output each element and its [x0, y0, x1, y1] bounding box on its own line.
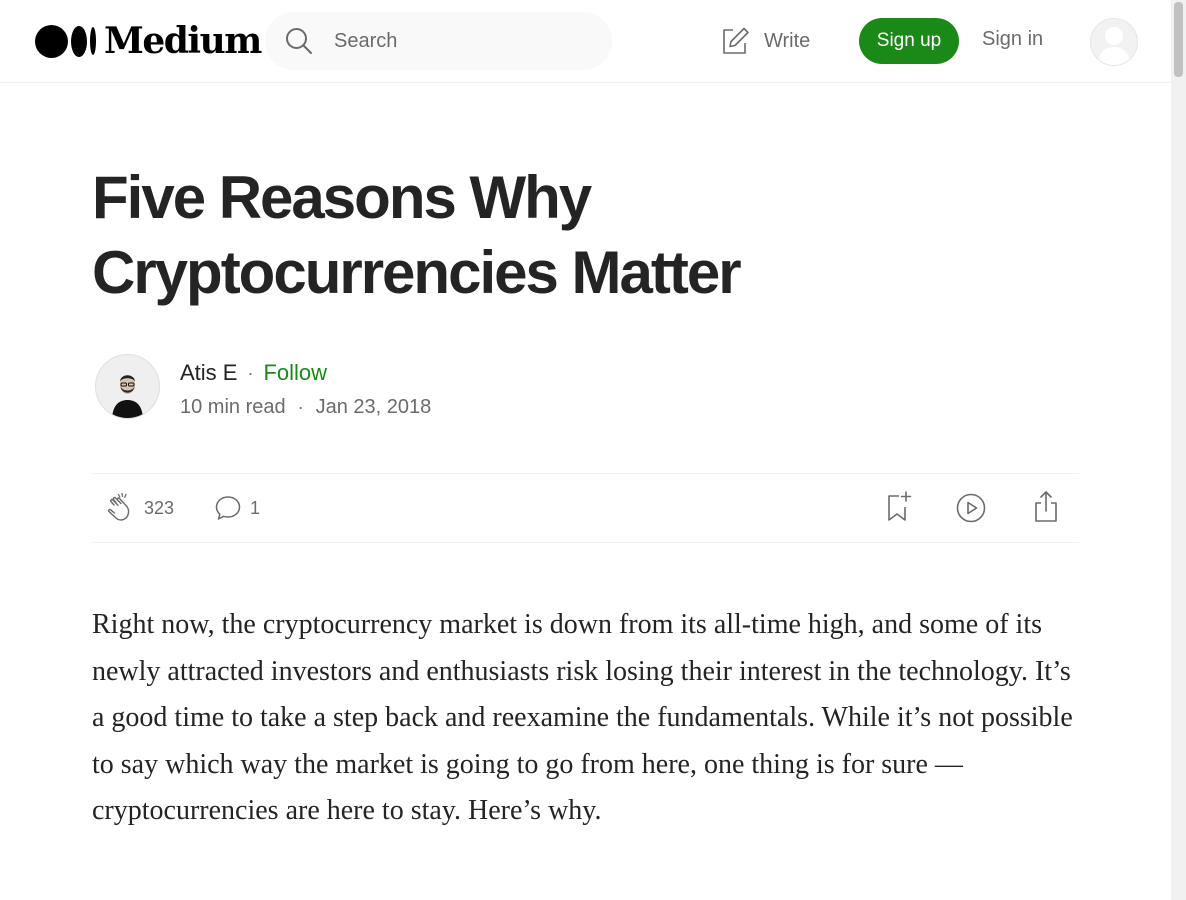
share-button[interactable] — [1032, 490, 1060, 524]
scrollbar[interactable] — [1171, 0, 1186, 900]
user-avatar-placeholder[interactable] — [1090, 18, 1138, 66]
author-avatar[interactable] — [95, 354, 160, 419]
search-box[interactable] — [265, 12, 612, 70]
clap-button[interactable]: 323 — [106, 492, 174, 524]
pencil-square-icon — [723, 27, 749, 54]
sign-up-button[interactable]: Sign up — [859, 18, 959, 64]
author-line: Atis E · Follow — [180, 360, 327, 386]
speech-bubble-icon — [215, 496, 241, 520]
separator-dot: · — [297, 397, 304, 417]
medium-logo[interactable]: Medium — [35, 20, 262, 62]
search-input[interactable] — [332, 28, 586, 54]
article-meta: 10 min read · Jan 23, 2018 — [180, 396, 431, 419]
search-icon — [286, 28, 312, 54]
separator-dot: · — [247, 362, 254, 383]
write-label: Write — [764, 29, 811, 52]
logo-wordmark: Medium — [104, 20, 262, 62]
author-photo-icon — [112, 375, 143, 418]
sign-in-link[interactable]: Sign in — [982, 28, 1043, 51]
clap-icon — [107, 492, 130, 521]
responses-button[interactable]: 1 — [214, 494, 260, 522]
scrollbar-thumb[interactable] — [1174, 2, 1183, 77]
clap-count: 323 — [144, 497, 175, 518]
publish-date: Jan 23, 2018 — [315, 396, 432, 418]
read-time: 10 min read — [180, 396, 286, 418]
save-bookmark-button[interactable] — [884, 491, 914, 523]
play-circle-icon — [956, 493, 986, 523]
follow-button[interactable]: Follow — [263, 360, 327, 386]
top-navigation-bar: Medium Write Sign up Sign in — [0, 0, 1171, 83]
article-paragraph: Right now, the cryptocurrency market is … — [92, 609, 1073, 826]
share-icon — [1035, 491, 1057, 522]
response-count: 1 — [250, 497, 261, 518]
medium-logo-mark-icon — [35, 24, 96, 58]
listen-button[interactable] — [955, 492, 987, 524]
bookmark-add-icon — [888, 491, 912, 521]
article-title: Five Reasons Why Cryptocurrencies Matter — [92, 164, 742, 306]
article-action-bar: 323 1 — [92, 473, 1079, 543]
write-button[interactable]: Write — [720, 24, 810, 58]
author-name[interactable]: Atis E — [180, 360, 237, 386]
default-avatar-icon — [1097, 27, 1131, 65]
